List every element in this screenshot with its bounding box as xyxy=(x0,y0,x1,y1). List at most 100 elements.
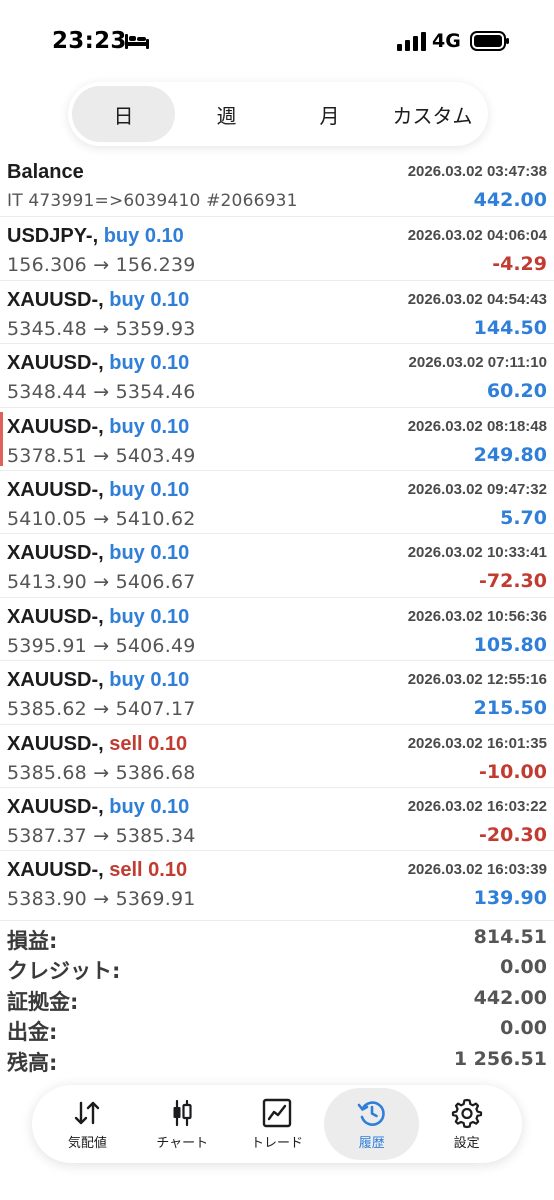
deal-row[interactable]: XAUUSD-, buy 0.10 2026.03.02 08:18:48 53… xyxy=(0,406,554,470)
deal-row[interactable]: XAUUSD-, buy 0.10 2026.03.02 07:11:10 53… xyxy=(0,343,554,406)
row-side: buy 0.10 xyxy=(103,225,184,248)
row-amount: 5.70 xyxy=(500,506,547,529)
summary-deposit: 証拠金: 442.00 xyxy=(0,982,554,1014)
signal-icon xyxy=(397,32,426,51)
row-symbol: XAUUSD-, xyxy=(7,669,104,692)
row-detail: 5345.48 → 5359.93 xyxy=(7,317,196,340)
status-bar: 23:23 4G xyxy=(0,0,554,80)
period-tabs: 日 週 月 カスタム xyxy=(68,82,488,146)
nav-chart[interactable]: チャート xyxy=(135,1088,230,1160)
deal-row[interactable]: XAUUSD-, buy 0.10 2026.03.02 10:56:36 53… xyxy=(0,596,554,660)
summary-withdrawal: 出金: 0.00 xyxy=(0,1012,554,1044)
row-side: sell 0.10 xyxy=(109,859,188,882)
row-time: 2026.03.02 09:47:32 xyxy=(407,480,547,498)
row-symbol: XAUUSD-, xyxy=(7,859,104,882)
tab-day[interactable]: 日 xyxy=(72,86,175,142)
nav-label: 設定 xyxy=(453,1136,480,1151)
history-list: Balance 2026.03.02 03:47:38 IT 473991=>6… xyxy=(0,153,554,914)
tab-custom[interactable]: カスタム xyxy=(381,86,484,142)
row-symbol: Balance xyxy=(7,161,84,183)
row-side: buy 0.10 xyxy=(109,288,190,311)
row-detail: 5378.51 → 5403.49 xyxy=(7,444,196,467)
row-detail: 5385.62 → 5407.17 xyxy=(7,698,196,721)
row-amount: 144.50 xyxy=(473,316,547,339)
row-detail: 5385.68 → 5386.68 xyxy=(7,761,196,784)
row-amount: -10.00 xyxy=(479,760,547,783)
row-time: 2026.03.02 16:01:35 xyxy=(407,734,547,752)
bed-icon xyxy=(125,34,149,49)
row-amount: 249.80 xyxy=(473,443,547,466)
row-side: buy 0.10 xyxy=(109,352,190,375)
deal-row[interactable]: USDJPY-, buy 0.10 2026.03.02 04:06:04 15… xyxy=(0,216,554,279)
bottom-nav: 気配値 チャート トレード 履歴 設定 xyxy=(32,1085,522,1163)
summary-value: 442.00 xyxy=(473,986,547,1009)
nav-trade[interactable]: トレード xyxy=(230,1088,325,1160)
row-amount: 139.90 xyxy=(473,887,547,910)
row-side: buy 0.10 xyxy=(109,478,190,501)
deal-row[interactable]: XAUUSD-, buy 0.10 2026.03.02 04:54:43 53… xyxy=(0,279,554,343)
nav-label: トレード xyxy=(250,1136,303,1151)
summary-value: 814.51 xyxy=(473,926,547,948)
row-side: buy 0.10 xyxy=(109,415,190,438)
row-amount: 442.00 xyxy=(473,189,547,211)
status-time: 23:23 xyxy=(52,28,127,54)
quotes-arrows-icon xyxy=(75,1101,100,1125)
nav-label: 履歴 xyxy=(358,1136,385,1151)
row-symbol: XAUUSD-, xyxy=(7,605,104,628)
nav-history[interactable]: 履歴 xyxy=(324,1088,420,1160)
row-time: 2026.03.02 16:03:39 xyxy=(407,861,547,879)
row-symbol: XAUUSD-, xyxy=(7,795,104,818)
row-symbol: XAUUSD-, xyxy=(7,415,104,438)
row-time: 2026.03.02 03:47:38 xyxy=(407,163,547,180)
row-symbol: XAUUSD-, xyxy=(7,542,104,565)
summary-value: 1 256.51 xyxy=(453,1047,547,1070)
row-detail: 5348.44 → 5354.46 xyxy=(7,381,196,404)
deal-row[interactable]: XAUUSD-, buy 0.10 2026.03.02 09:47:32 54… xyxy=(0,469,554,533)
row-detail: 156.306 → 156.239 xyxy=(7,254,196,277)
deal-row[interactable]: XAUUSD-, buy 0.10 2026.03.02 16:03:22 53… xyxy=(0,786,554,850)
nav-settings[interactable]: 設定 xyxy=(419,1088,514,1160)
summary-credit: クレジット: 0.00 xyxy=(0,951,554,983)
tab-month[interactable]: 月 xyxy=(278,86,381,142)
row-detail: 5387.37 → 5385.34 xyxy=(7,824,196,847)
row-side: buy 0.10 xyxy=(109,669,190,692)
row-amount: 105.80 xyxy=(473,633,547,656)
nav-label: チャート xyxy=(156,1136,209,1151)
row-amount: -20.30 xyxy=(479,823,547,846)
row-symbol: XAUUSD-, xyxy=(7,478,104,501)
summary-panel: 損益: 814.51 クレジット: 0.00 証拠金: 442.00 出金: 0… xyxy=(0,920,554,1075)
nav-label: 気配値 xyxy=(67,1136,107,1151)
deal-row[interactable]: XAUUSD-, buy 0.10 2026.03.02 10:33:41 54… xyxy=(0,533,554,596)
row-detail: IT 473991=>6039410 #2066931 xyxy=(7,191,298,211)
row-time: 2026.03.02 16:03:22 xyxy=(407,797,547,815)
row-detail: 5413.90 → 5406.67 xyxy=(7,571,196,594)
row-side: buy 0.10 xyxy=(109,605,190,628)
summary-balance: 残高: 1 256.51 xyxy=(0,1043,554,1075)
balance-row[interactable]: Balance 2026.03.02 03:47:38 IT 473991=>6… xyxy=(0,153,554,216)
row-amount: -72.30 xyxy=(479,570,547,593)
row-time: 2026.03.02 10:56:36 xyxy=(407,607,547,625)
summary-label: 残高: xyxy=(7,1050,58,1075)
deal-row[interactable]: XAUUSD-, sell 0.10 2026.03.02 16:01:35 5… xyxy=(0,723,554,787)
trade-line-chart-icon xyxy=(262,1098,292,1128)
row-symbol: USDJPY-, xyxy=(7,225,99,248)
candlestick-chart-icon xyxy=(173,1099,192,1127)
summary-profit: 損益: 814.51 xyxy=(0,921,554,953)
deal-row[interactable]: XAUUSD-, buy 0.10 2026.03.02 12:55:16 53… xyxy=(0,660,554,723)
row-amount: 215.50 xyxy=(473,697,547,720)
row-time: 2026.03.02 04:54:43 xyxy=(407,290,547,308)
summary-value: 0.00 xyxy=(500,1017,547,1040)
deal-row[interactable]: XAUUSD-, sell 0.10 2026.03.02 16:03:39 5… xyxy=(0,850,554,913)
row-amount: 60.20 xyxy=(486,380,547,403)
tab-week[interactable]: 週 xyxy=(175,86,278,142)
row-detail: 5410.05 → 5410.62 xyxy=(7,507,196,530)
row-side: buy 0.10 xyxy=(109,542,190,565)
nav-quotes[interactable]: 気配値 xyxy=(40,1088,135,1160)
row-time: 2026.03.02 07:11:10 xyxy=(408,354,547,372)
row-symbol: XAUUSD-, xyxy=(7,352,104,375)
history-clock-icon xyxy=(357,1101,385,1126)
row-time: 2026.03.02 10:33:41 xyxy=(407,544,547,562)
row-side: buy 0.10 xyxy=(109,795,190,818)
row-side: sell 0.10 xyxy=(109,732,188,755)
gear-icon xyxy=(451,1098,482,1129)
